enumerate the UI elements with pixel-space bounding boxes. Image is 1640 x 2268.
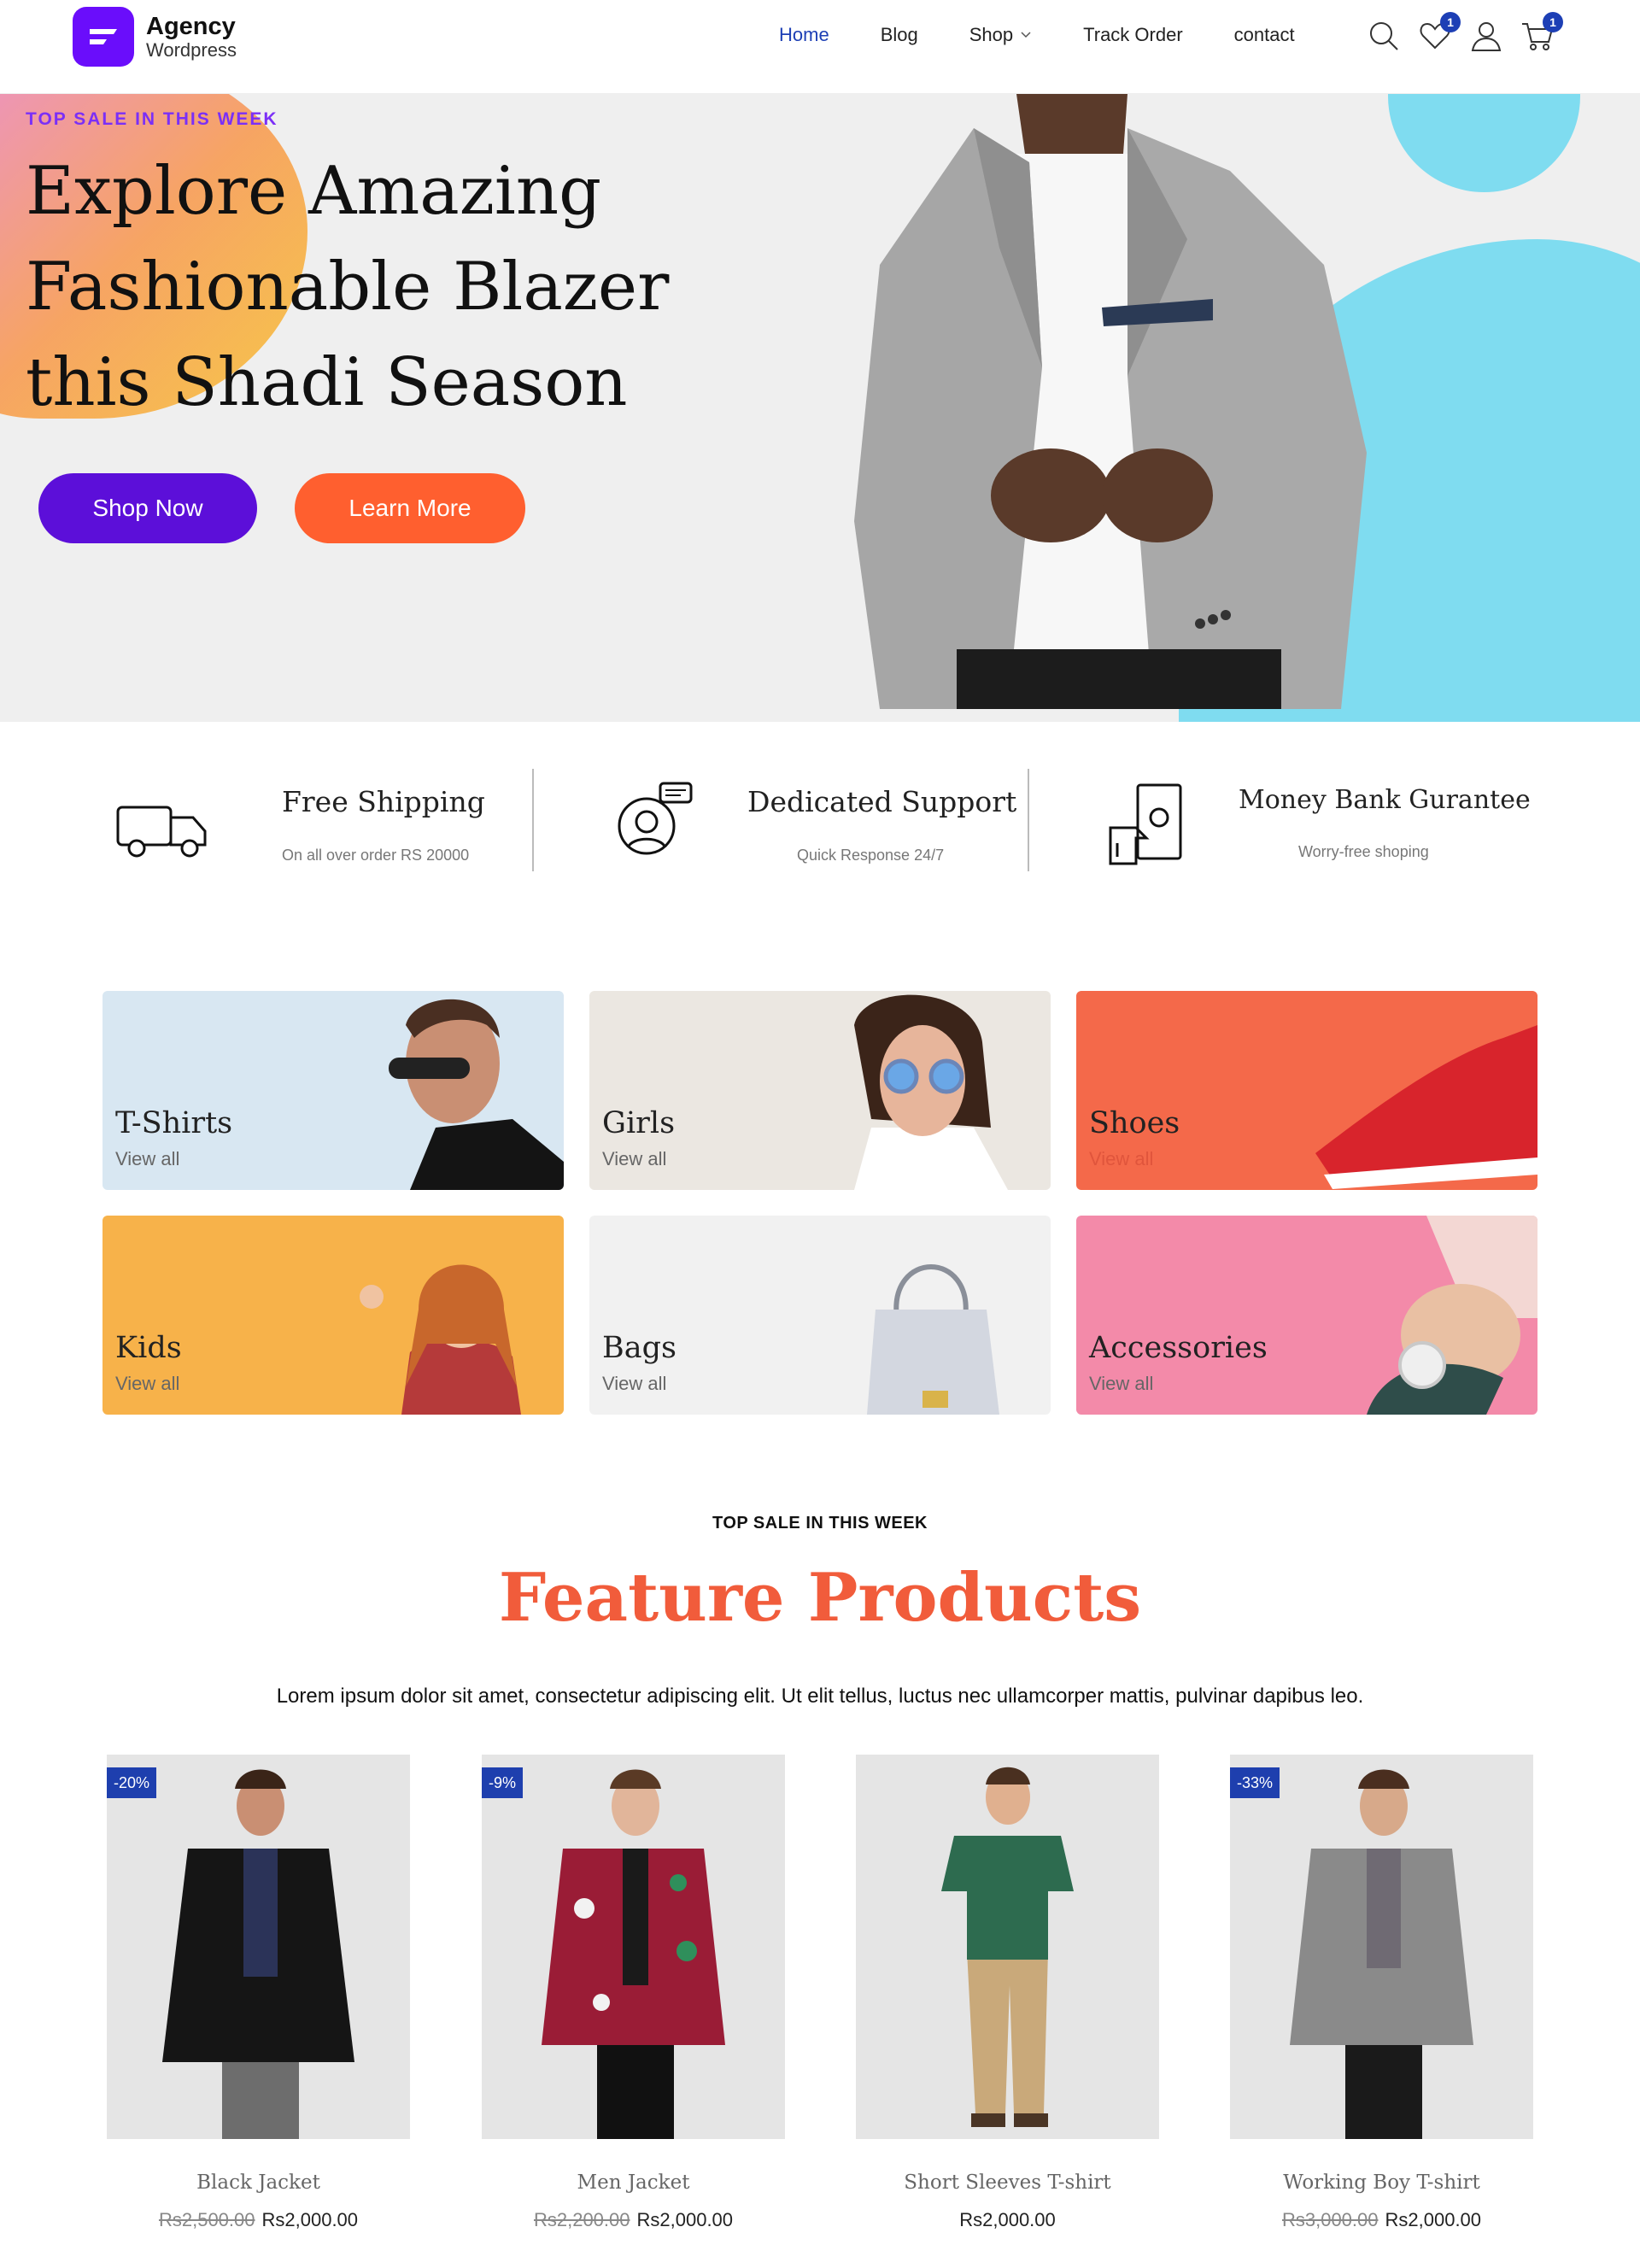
features-strip: Free Shipping On all over order RS 20000… [0, 765, 1640, 884]
product-old-price: Rs2,200.00 [533, 2209, 630, 2230]
product-image[interactable]: -20% [107, 1755, 410, 2139]
category-title: Accessories [1089, 1331, 1268, 1365]
category-view-all-link[interactable]: View all [115, 1373, 179, 1395]
hero-banner: TOP SALE IN THIS WEEK Explore Amazing Fa… [0, 94, 1640, 722]
category-view-all-link[interactable]: View all [1089, 1373, 1153, 1395]
shop-now-button[interactable]: Shop Now [38, 473, 257, 543]
category-card-girls[interactable]: Girls View all [589, 991, 1051, 1190]
nav-blog[interactable]: Blog [881, 24, 918, 46]
cart-icon[interactable]: 1 [1520, 12, 1563, 56]
product-card[interactable]: -20% Black Jacket Rs2,500.00 Rs2,000.00 [107, 1755, 410, 2231]
category-view-all-link[interactable]: View all [602, 1373, 666, 1395]
category-title: Bags [602, 1331, 676, 1365]
nav-shop[interactable]: Shop [969, 24, 1032, 46]
chevron-down-icon [1021, 32, 1031, 38]
product-name[interactable]: Black Jacket [107, 2171, 410, 2194]
nav-contact[interactable]: contact [1234, 24, 1295, 46]
feature-divider [532, 769, 534, 871]
hero-title: Explore Amazing Fashionable Blazer this … [26, 153, 670, 421]
category-title: Kids [115, 1331, 182, 1365]
feature-subtitle: Quick Response 24/7 [797, 847, 945, 864]
product-image[interactable]: -9% [482, 1755, 785, 2139]
heart-icon[interactable]: 1 [1418, 12, 1461, 56]
category-title: T-Shirts [115, 1106, 233, 1140]
product-current-price: Rs2,000.00 [1385, 2209, 1482, 2230]
feature-divider [1028, 769, 1029, 871]
brand-tagline: Wordpress [146, 38, 237, 61]
product-old-price: Rs2,500.00 [158, 2209, 255, 2230]
feature-support: Dedicated Support Quick Response 24/7 [602, 765, 1021, 884]
money-hand-icon [1102, 775, 1204, 877]
product-image[interactable]: -33% [1230, 1755, 1533, 2139]
product-card[interactable]: -33% Working Boy T-shirt Rs3,000.00 Rs2,0… [1230, 1755, 1533, 2231]
nav-track-order[interactable]: Track Order [1083, 24, 1183, 46]
product-current-price: Rs2,000.00 [959, 2209, 1056, 2230]
category-image [867, 1264, 999, 1415]
main-nav: Home Blog Shop Track Order contact [779, 24, 1346, 46]
nav-shop-label: Shop [969, 24, 1014, 45]
category-image [389, 999, 564, 1190]
product-price: Rs2,500.00 Rs2,000.00 [107, 2209, 410, 2231]
featured-kicker: TOP SALE IN THIS WEEK [712, 1514, 928, 1533]
product-card[interactable]: Short Sleeves T-shirt Rs2,000.00 [856, 1755, 1159, 2231]
category-view-all-link[interactable]: View all [1089, 1148, 1153, 1170]
featured-title: Feature Products [498, 1559, 1142, 1637]
category-card-shoes[interactable]: Shoes View all [1076, 991, 1538, 1190]
site-logo[interactable]: Agency Wordpress [73, 7, 237, 67]
category-card-tshirts[interactable]: T-Shirts View all [102, 991, 564, 1190]
product-old-price: Rs3,000.00 [1281, 2209, 1379, 2230]
feature-shipping: Free Shipping On all over order RS 20000 [111, 765, 504, 884]
product-price: Rs2,000.00 [856, 2209, 1159, 2231]
category-view-all-link[interactable]: View all [602, 1148, 666, 1170]
discount-badge: -9% [482, 1767, 524, 1798]
product-name[interactable]: Short Sleeves T-shirt [856, 2171, 1159, 2194]
product-current-price: Rs2,000.00 [636, 2209, 734, 2230]
category-image [360, 1264, 521, 1415]
category-image [1315, 1025, 1538, 1189]
site-header: Agency Wordpress Home Blog Shop Track Or… [0, 0, 1640, 94]
feature-subtitle: On all over order RS 20000 [282, 847, 470, 864]
discount-badge: -20% [107, 1767, 157, 1798]
product-price: Rs2,200.00 Rs2,000.00 [482, 2209, 785, 2231]
category-card-kids[interactable]: Kids View all [102, 1216, 564, 1415]
user-icon[interactable] [1469, 19, 1507, 56]
search-icon[interactable] [1367, 19, 1404, 56]
learn-more-button[interactable]: Learn More [295, 473, 525, 543]
product-name[interactable]: Working Boy T-shirt [1230, 2171, 1533, 2194]
product-name[interactable]: Men Jacket [482, 2171, 785, 2194]
product-price: Rs3,000.00 Rs2,000.00 [1230, 2209, 1533, 2231]
feature-title: Money Bank Gurantee [1239, 785, 1531, 815]
category-view-all-link[interactable]: View all [115, 1148, 179, 1170]
hero-model-image [854, 94, 1367, 709]
header-icons: 1 1 [1367, 12, 1572, 56]
category-image [854, 994, 1008, 1190]
discount-badge: -33% [1230, 1767, 1280, 1798]
category-card-accessories[interactable]: Accessories View all [1076, 1216, 1538, 1415]
category-title: Shoes [1089, 1106, 1180, 1140]
feature-subtitle: Worry-free shoping [1298, 843, 1429, 860]
feature-title: Free Shipping [282, 785, 485, 818]
product-card[interactable]: -9% Men Jacket Rs2,200.00 Rs2,000.00 [482, 1755, 785, 2231]
featured-description: Lorem ipsum dolor sit amet, consectetur … [276, 1685, 1364, 1708]
category-image [1367, 1216, 1538, 1415]
feature-title: Dedicated Support [747, 785, 1017, 818]
product-current-price: Rs2,000.00 [261, 2209, 359, 2230]
hero-kicker: TOP SALE IN THIS WEEK [26, 109, 278, 129]
category-card-bags[interactable]: Bags View all [589, 1216, 1051, 1415]
product-image[interactable] [856, 1755, 1159, 2139]
cart-count-badge: 1 [1543, 12, 1563, 32]
category-title: Girls [602, 1106, 676, 1140]
support-agent-icon [602, 775, 705, 877]
wishlist-count-badge: 1 [1440, 12, 1461, 32]
logo-mark-icon [73, 7, 134, 67]
truck-icon [111, 775, 214, 877]
nav-home[interactable]: Home [779, 24, 829, 46]
feature-guarantee: Money Bank Gurantee Worry-free shoping [1102, 765, 1546, 884]
brand-name: Agency [146, 13, 236, 41]
